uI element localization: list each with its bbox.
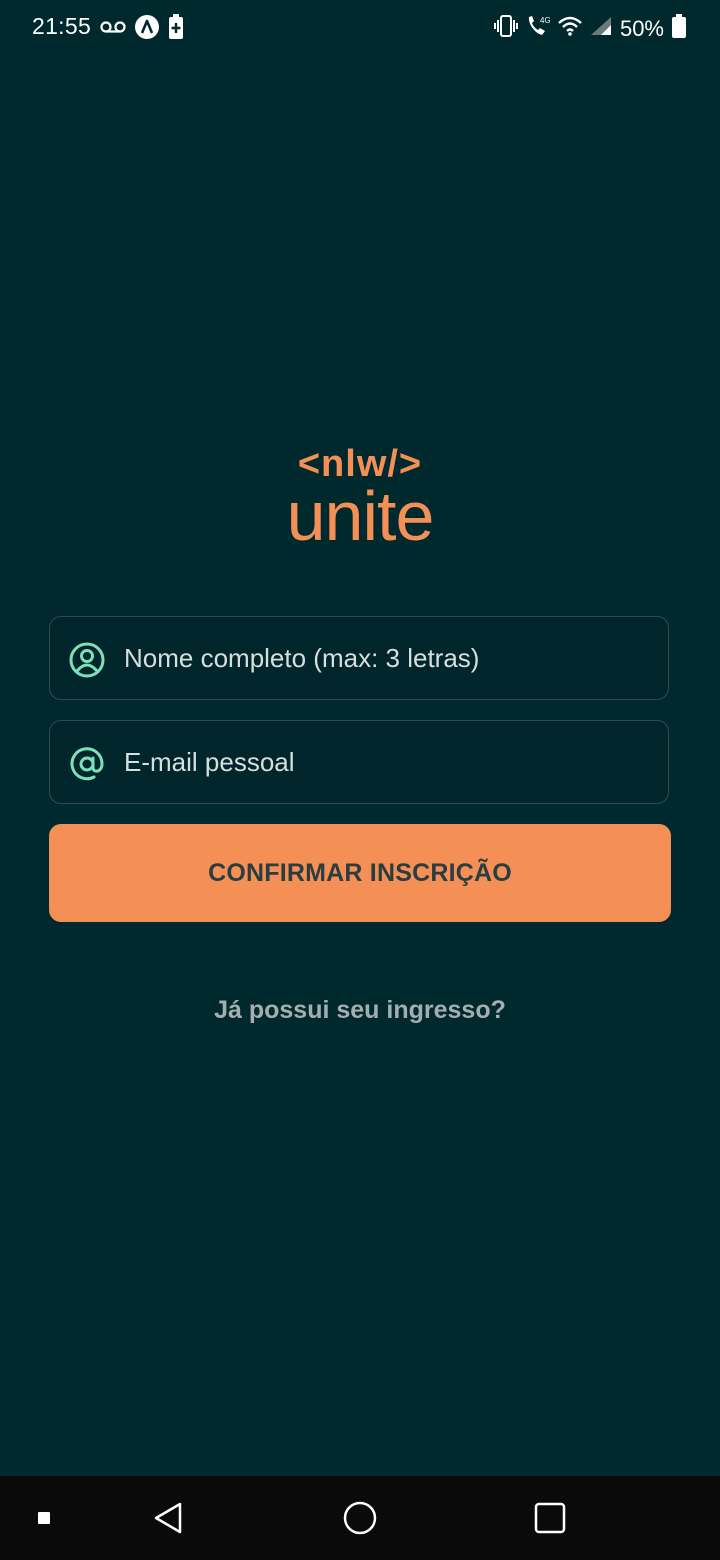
- volte-4g-call-icon: 4G: [526, 15, 551, 42]
- voicemail-icon: [100, 20, 126, 39]
- logo-main-text: unite: [287, 477, 434, 550]
- battery-icon: [672, 14, 686, 43]
- nlw-unite-logo: <nlw/> unite: [0, 440, 720, 550]
- email-input[interactable]: [124, 721, 644, 803]
- at-sign-icon: [68, 745, 106, 783]
- square-dot-icon[interactable]: [24, 1476, 64, 1560]
- cell-signal-icon: [590, 16, 612, 41]
- wifi-icon: [558, 16, 582, 41]
- battery-saver-icon: [168, 14, 184, 45]
- email-field[interactable]: [49, 720, 669, 804]
- status-time: 21:55: [32, 13, 92, 39]
- recents-icon[interactable]: [530, 1476, 570, 1560]
- already-have-ticket-link[interactable]: Já possui seu ingresso?: [0, 996, 720, 1025]
- name-field[interactable]: [49, 616, 669, 700]
- vibrate-icon: [493, 15, 518, 42]
- network-badge: 4G: [540, 16, 550, 25]
- app-a-icon: [134, 14, 160, 45]
- status-left-icons: [100, 14, 184, 45]
- status-bar: 21:55 4G 50%: [0, 0, 720, 56]
- name-input[interactable]: [124, 617, 644, 699]
- user-circle-icon: [68, 641, 106, 679]
- system-nav-bar: [0, 1476, 720, 1560]
- status-right-icons: 4G 50%: [493, 14, 686, 43]
- confirm-registration-button[interactable]: CONFIRMAR INSCRIÇÃO: [49, 824, 671, 922]
- back-icon[interactable]: [148, 1476, 188, 1560]
- battery-percent: 50%: [619, 15, 664, 41]
- home-icon[interactable]: [338, 1476, 382, 1560]
